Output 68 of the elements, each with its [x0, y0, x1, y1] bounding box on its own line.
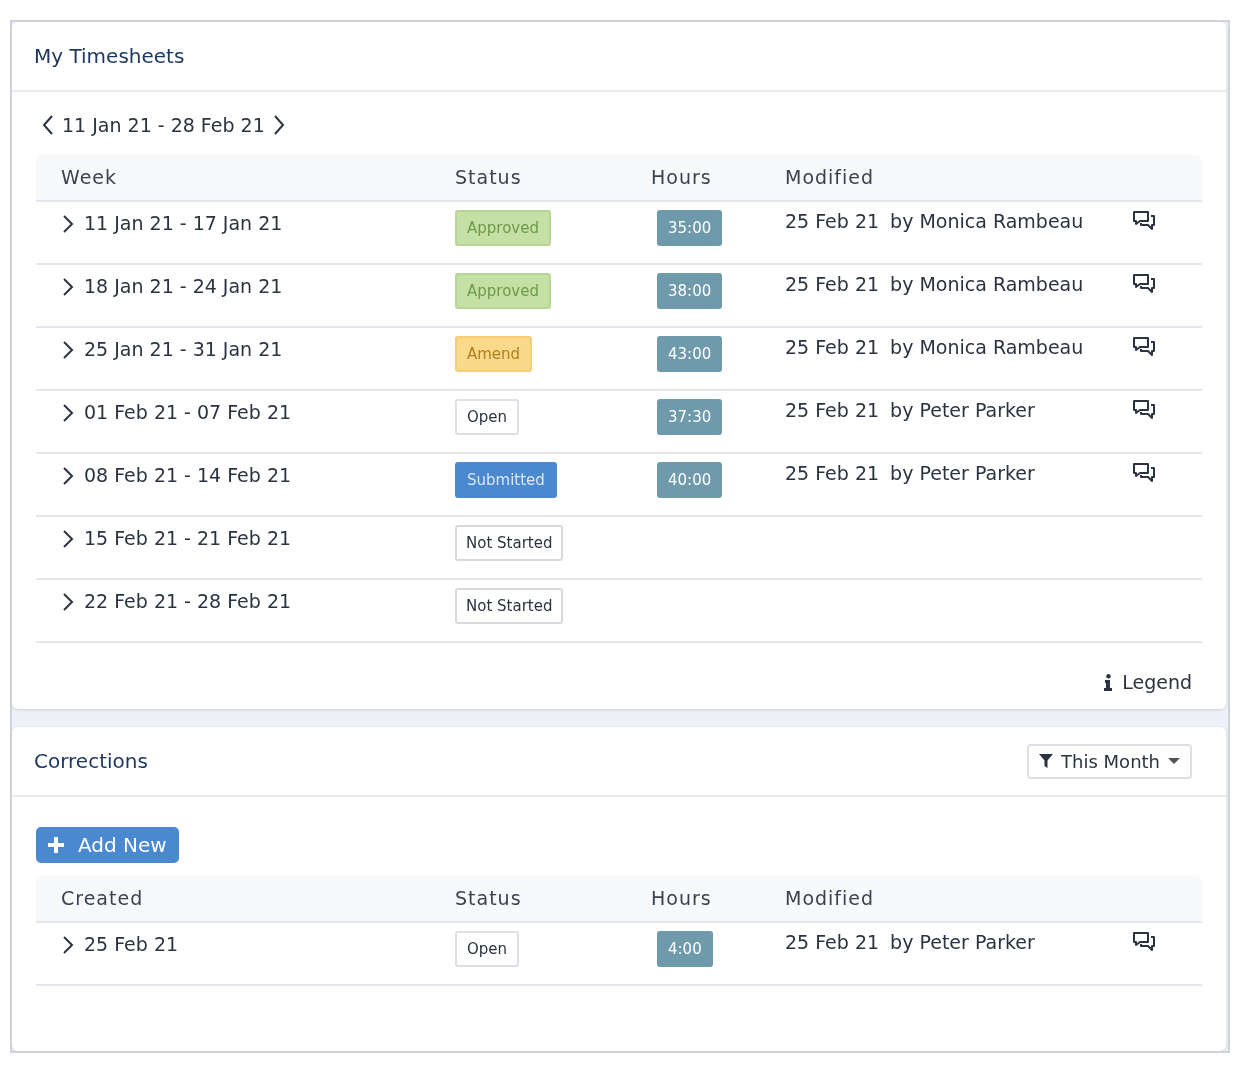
- modified-by: by Peter Parker: [890, 931, 1035, 955]
- week-range: 25 Jan 21 - 31 Jan 21: [84, 338, 283, 360]
- week-range: 01 Feb 21 - 07 Feb 21: [84, 401, 292, 423]
- status-badge: Approved: [455, 273, 551, 309]
- status-badge: Open: [455, 931, 520, 967]
- chevron-right-icon[interactable]: [62, 340, 74, 360]
- section-title: Corrections: [34, 749, 148, 773]
- hours-badge: 38:00: [657, 273, 723, 309]
- modified-by: by Peter Parker: [890, 399, 1035, 423]
- chevron-right-icon[interactable]: [62, 592, 74, 612]
- week-range: 18 Jan 21 - 24 Jan 21: [84, 275, 283, 297]
- comments-icon[interactable]: [1132, 336, 1156, 358]
- modified-date: 25 Feb 21: [785, 931, 880, 955]
- modified-by: by Monica Rambeau: [890, 273, 1084, 297]
- week-range: 22 Feb 21 - 28 Feb 21: [84, 590, 292, 612]
- hours-badge: 43:00: [657, 336, 723, 372]
- filter-icon: [1039, 754, 1054, 768]
- chevron-right-icon[interactable]: [62, 466, 74, 486]
- week-range: 25 Feb 21: [84, 933, 179, 955]
- date-range: 11 Jan 21 - 28 Feb 21: [62, 114, 265, 136]
- status-badge: Not Started: [455, 588, 564, 624]
- week-range: 08 Feb 21 - 14 Feb 21: [84, 464, 292, 486]
- week-range: 15 Feb 21 - 21 Feb 21: [84, 527, 292, 549]
- chevron-right-icon[interactable]: [62, 214, 74, 234]
- chevron-right-icon[interactable]: [62, 403, 74, 423]
- modified-date: 25 Feb 21: [785, 462, 880, 486]
- column-header: Week: [60, 166, 119, 188]
- column-header: Status: [455, 887, 523, 909]
- chevron-right-icon[interactable]: [272, 114, 285, 136]
- modified-by: by Monica Rambeau: [890, 210, 1084, 234]
- hours-badge: 40:00: [657, 462, 723, 498]
- status-badge: Submitted: [455, 462, 557, 498]
- filter-dropdown[interactable]: This Month: [1027, 743, 1192, 779]
- column-header: Hours: [651, 887, 713, 909]
- hours-badge: 35:00: [657, 210, 723, 246]
- modified-date: 25 Feb 21: [785, 399, 880, 423]
- column-header: Modified: [785, 887, 876, 909]
- column-header: Modified: [785, 166, 876, 188]
- comments-icon[interactable]: [1132, 273, 1156, 295]
- column-header: Status: [455, 166, 523, 188]
- comments-icon[interactable]: [1132, 210, 1156, 232]
- caret-down-icon: [1168, 758, 1180, 764]
- modified-date: 25 Feb 21: [785, 210, 880, 234]
- modified-by: by Monica Rambeau: [890, 336, 1084, 360]
- modified-date: 25 Feb 21: [785, 273, 880, 297]
- column-header: Hours: [651, 166, 713, 188]
- modified-date: 25 Feb 21: [785, 336, 880, 360]
- comments-icon[interactable]: [1132, 462, 1156, 484]
- status-badge: Amend: [455, 336, 533, 372]
- modified-by: by Peter Parker: [890, 462, 1035, 486]
- add-new-button[interactable]: Add New: [36, 827, 179, 863]
- chevron-right-icon[interactable]: [62, 935, 74, 955]
- comments-icon[interactable]: [1132, 399, 1156, 421]
- chevron-right-icon[interactable]: [62, 277, 74, 297]
- week-range: 11 Jan 21 - 17 Jan 21: [84, 212, 283, 234]
- legend-link[interactable]: Legend: [1122, 671, 1192, 693]
- comments-icon[interactable]: [1132, 931, 1156, 953]
- hours-badge: 37:30: [657, 399, 723, 435]
- section-title: My Timesheets: [34, 44, 185, 68]
- column-header: Created: [60, 887, 145, 909]
- chevron-right-icon[interactable]: [62, 529, 74, 549]
- status-badge: Open: [455, 399, 520, 435]
- info-icon[interactable]: [1104, 673, 1113, 691]
- status-badge: Not Started: [455, 525, 564, 561]
- plus-icon: [48, 837, 64, 853]
- status-badge: Approved: [455, 210, 551, 246]
- hours-badge: 4:00: [657, 931, 713, 967]
- chevron-left-icon[interactable]: [42, 114, 54, 136]
